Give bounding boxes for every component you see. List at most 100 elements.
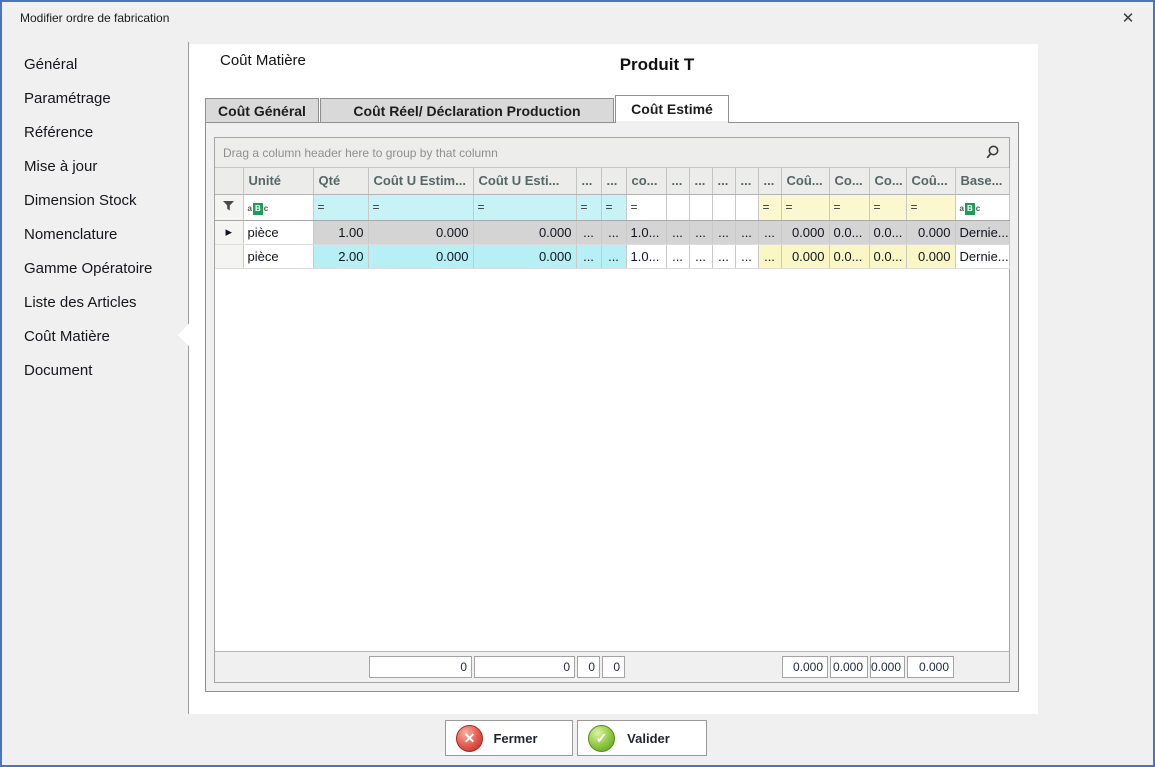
cell[interactable]: 0.000	[781, 244, 829, 268]
filter-cell-10[interactable]	[712, 194, 735, 220]
filter-cell-16[interactable]: =	[906, 194, 955, 220]
col-header-12[interactable]: ...	[758, 168, 781, 194]
sidebar-item-general[interactable]: Général	[4, 47, 188, 81]
cell[interactable]: 0.000	[781, 220, 829, 244]
col-header-9[interactable]: ...	[689, 168, 712, 194]
cell[interactable]: ...	[758, 220, 781, 244]
tab-cout-general[interactable]: Coût Général	[205, 98, 319, 122]
summary-box[interactable]: 0	[602, 656, 625, 678]
col-header-co-14[interactable]: Co...	[829, 168, 869, 194]
group-by-panel[interactable]: Drag a column header here to group by th…	[215, 138, 1009, 168]
cell[interactable]: ...	[666, 220, 689, 244]
cell[interactable]: 0.0...	[829, 244, 869, 268]
col-header-cout-u-estim[interactable]: Coût U Estim...	[368, 168, 473, 194]
cell[interactable]: ...	[735, 220, 758, 244]
summary-box[interactable]: 0.000	[782, 656, 828, 678]
filter-cell-12[interactable]: =	[758, 194, 781, 220]
cell[interactable]: ...	[712, 244, 735, 268]
cell[interactable]: 1.0...	[626, 244, 666, 268]
summary-box[interactable]: 0	[577, 656, 600, 678]
cancel-cross-icon: ✕	[456, 725, 483, 752]
cell-qte[interactable]: 1.00	[313, 220, 368, 244]
cell[interactable]: 1.0...	[626, 220, 666, 244]
cell[interactable]: 0.0...	[869, 244, 906, 268]
col-header-8[interactable]: ...	[666, 168, 689, 194]
cell[interactable]: ...	[601, 244, 626, 268]
filter-cell-5[interactable]: =	[576, 194, 601, 220]
col-header-co-15[interactable]: Co...	[869, 168, 906, 194]
col-header-co[interactable]: co...	[626, 168, 666, 194]
sidebar-item-cout-matiere[interactable]: Coût Matière	[4, 319, 188, 353]
col-header-unite[interactable]: Unité	[243, 168, 313, 194]
filter-cell-qte[interactable]: =	[313, 194, 368, 220]
text-filter-icon: aBc	[248, 203, 269, 215]
col-header-cou-13[interactable]: Coû...	[781, 168, 829, 194]
cell[interactable]: ...	[712, 220, 735, 244]
close-icon[interactable]: ✕	[1111, 7, 1145, 31]
filter-cell-15[interactable]: =	[869, 194, 906, 220]
cell[interactable]: 0.000	[368, 244, 473, 268]
summary-box[interactable]: 0.000	[870, 656, 905, 678]
filter-cell-base[interactable]: aBc	[955, 194, 1009, 220]
summary-box[interactable]: 0.000	[830, 656, 868, 678]
filter-cell-4[interactable]: =	[473, 194, 576, 220]
filter-cell-6[interactable]: =	[601, 194, 626, 220]
filter-cell-unite[interactable]: aBc	[243, 194, 313, 220]
tab-cout-reel[interactable]: Coût Réel/ Déclaration Production	[320, 98, 614, 122]
cell[interactable]: 0.0...	[829, 220, 869, 244]
col-header-cou-16[interactable]: Coû...	[906, 168, 955, 194]
cell[interactable]: 0.000	[473, 244, 576, 268]
sidebar-item-document[interactable]: Document	[4, 353, 188, 387]
sidebar-item-liste-des-articles[interactable]: Liste des Articles	[4, 285, 188, 319]
cell-qte[interactable]: 2.00	[313, 244, 368, 268]
summary-box[interactable]: 0.000	[907, 656, 954, 678]
text-filter-icon: aBc	[960, 203, 981, 215]
cell[interactable]: ...	[576, 244, 601, 268]
col-header-11[interactable]: ...	[735, 168, 758, 194]
filter-cell-9[interactable]	[689, 194, 712, 220]
cell[interactable]: ...	[758, 244, 781, 268]
col-header-10[interactable]: ...	[712, 168, 735, 194]
cell[interactable]: ...	[576, 220, 601, 244]
cell[interactable]: ...	[735, 244, 758, 268]
col-header-qte[interactable]: Qté	[313, 168, 368, 194]
cell[interactable]: ...	[666, 244, 689, 268]
cell[interactable]: ...	[689, 220, 712, 244]
cell-unite[interactable]: pièce	[243, 244, 313, 268]
sidebar-item-dimension-stock[interactable]: Dimension Stock	[4, 183, 188, 217]
sidebar-item-reference[interactable]: Référence	[4, 115, 188, 149]
col-header-base[interactable]: Base...	[955, 168, 1009, 194]
fermer-button[interactable]: ✕ Fermer	[445, 720, 573, 756]
filter-cell-14[interactable]: =	[829, 194, 869, 220]
filter-cell-3[interactable]: =	[368, 194, 473, 220]
cell[interactable]: 0.000	[473, 220, 576, 244]
summary-box[interactable]: 0	[474, 656, 575, 678]
col-header-5[interactable]: ...	[576, 168, 601, 194]
cell[interactable]: 0.000	[906, 244, 955, 268]
cell[interactable]: 0.000	[368, 220, 473, 244]
valider-button[interactable]: ✓ Valider	[577, 720, 707, 756]
sidebar-item-gamme-operatoire[interactable]: Gamme Opératoire	[4, 251, 188, 285]
cell-unite[interactable]: pièce	[243, 220, 313, 244]
dialog-modifier-ordre: Modifier ordre de fabrication ✕ Général …	[0, 0, 1155, 767]
sidebar-item-mise-a-jour[interactable]: Mise à jour	[4, 149, 188, 183]
cell-base[interactable]: Dernie...	[955, 244, 1009, 268]
cell[interactable]: 0.000	[906, 220, 955, 244]
filter-cell-7[interactable]: =	[626, 194, 666, 220]
tab-cout-estime[interactable]: Coût Estimé	[615, 95, 729, 122]
col-header-cout-u-esti[interactable]: Coût U Esti...	[473, 168, 576, 194]
sidebar-item-parametrage[interactable]: Paramétrage	[4, 81, 188, 115]
sidebar-item-nomenclature[interactable]: Nomenclature	[4, 217, 188, 251]
col-header-6[interactable]: ...	[601, 168, 626, 194]
cell[interactable]: ...	[689, 244, 712, 268]
cell[interactable]: ...	[601, 220, 626, 244]
row-indicator[interactable]	[215, 244, 243, 268]
current-row-arrow-icon[interactable]: ▸	[215, 220, 243, 244]
filter-cell-13[interactable]: =	[781, 194, 829, 220]
cell[interactable]: 0.0...	[869, 220, 906, 244]
filter-cell-8[interactable]	[666, 194, 689, 220]
search-icon[interactable]	[984, 144, 1001, 161]
cell-base[interactable]: Dernie...	[955, 220, 1009, 244]
summary-box[interactable]: 0	[369, 656, 472, 678]
filter-cell-11[interactable]	[735, 194, 758, 220]
